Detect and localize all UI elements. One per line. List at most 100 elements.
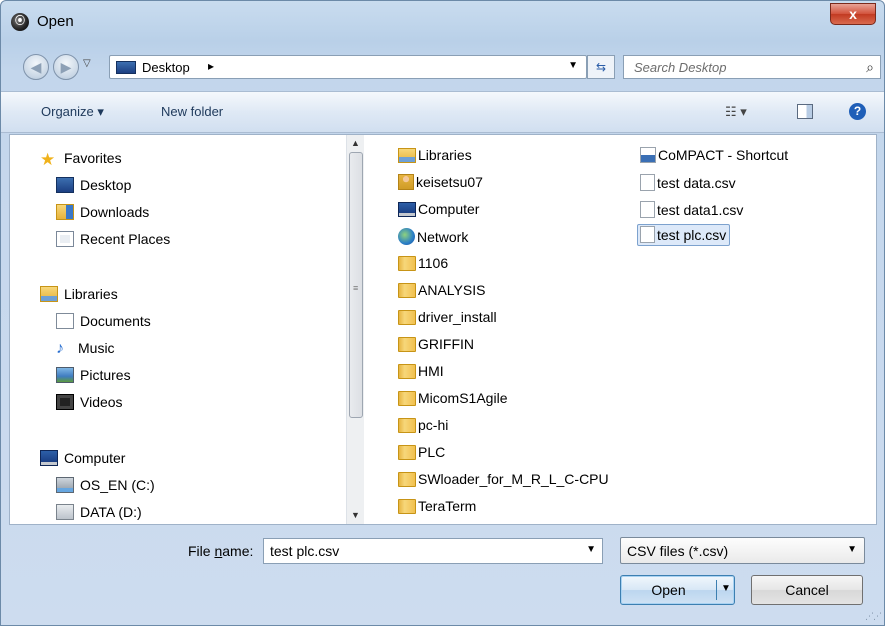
nav-item-label: Favorites	[64, 150, 122, 166]
address-dropdown-icon[interactable]: ▼	[568, 60, 578, 71]
desktop-icon	[56, 177, 74, 193]
folder-icon	[398, 472, 416, 487]
breadcrumb-chevron-icon[interactable]: ▸	[208, 59, 214, 73]
nav-item-desktop[interactable]: Desktop	[56, 177, 131, 199]
nav-item-videos[interactable]: Videos	[56, 394, 123, 416]
file-item-test-data1-csv[interactable]: test data1.csv	[637, 199, 747, 221]
downloads-icon	[56, 204, 74, 220]
grip-icon: ≡	[353, 283, 359, 293]
folder-icon	[398, 310, 416, 325]
file-item-label: test data1.csv	[657, 202, 744, 218]
folder-icon	[398, 499, 416, 514]
nav-item-label: OS_EN (C:)	[80, 477, 155, 493]
file-item-folder-griffin[interactable]: GRIFFIN	[395, 334, 478, 356]
split-divider	[716, 580, 717, 600]
libraries-icon	[398, 148, 416, 163]
file-item-label: GRIFFIN	[418, 336, 474, 352]
nav-item-downloads[interactable]: Downloads	[56, 204, 149, 226]
shortcut-icon	[640, 147, 656, 163]
search-icon[interactable]: ⌕	[866, 59, 874, 76]
file-name-input[interactable]: test plc.csv ▼	[263, 538, 603, 564]
nav-item-music[interactable]: ♪ Music	[56, 340, 115, 362]
open-options-icon[interactable]: ▼	[721, 583, 731, 594]
file-item-folder-analysis[interactable]: ANALYSIS	[395, 280, 489, 302]
file-item-folder-micoms1agile[interactable]: MicomS1Agile	[395, 388, 511, 410]
close-button[interactable]: x	[830, 3, 876, 25]
nav-item-pictures[interactable]: Pictures	[56, 367, 131, 389]
folder-icon	[398, 337, 416, 352]
nav-item-os-drive[interactable]: OS_EN (C:)	[56, 477, 155, 499]
file-item-label: Libraries	[418, 147, 472, 163]
file-item-keisetsu07[interactable]: keisetsu07	[395, 172, 487, 194]
navigation-scrollbar[interactable]: ▲ ≡ ▼	[346, 135, 364, 524]
open-button[interactable]: Open ▼	[620, 575, 735, 605]
open-button-label[interactable]: Open	[621, 582, 716, 598]
help-icon[interactable]: ?	[849, 103, 866, 120]
search-input[interactable]: Search Desktop ⌕	[623, 55, 881, 79]
file-item-network[interactable]: Network	[395, 226, 472, 248]
file-item-folder-teraterm[interactable]: TeraTerm	[395, 496, 480, 518]
nav-item-label: Documents	[80, 313, 151, 329]
organize-button[interactable]: Organize ▾	[41, 104, 104, 120]
csv-file-icon	[640, 174, 655, 191]
recent-locations-dropdown[interactable]: ▽	[83, 58, 91, 69]
os-drive-icon	[56, 477, 74, 493]
file-name-label-prefix: File	[188, 543, 215, 559]
change-view-icon[interactable]: ☷ ▾	[725, 104, 747, 120]
file-item-label: Network	[417, 229, 469, 245]
file-name-value[interactable]: test plc.csv	[270, 543, 339, 559]
nav-item-label: Pictures	[80, 367, 131, 383]
forward-button[interactable]: ▶	[53, 54, 79, 80]
resize-grip-icon[interactable]: ⋰⋰	[865, 611, 882, 622]
nav-item-libraries[interactable]: Libraries	[40, 286, 118, 308]
videos-icon	[56, 394, 74, 410]
file-type-select[interactable]: CSV files (*.csv) ▼	[620, 537, 865, 564]
file-item-label: test data.csv	[657, 175, 736, 191]
folder-icon	[398, 364, 416, 379]
cancel-button[interactable]: Cancel	[751, 575, 863, 605]
file-item-compact-shortcut[interactable]: CoMPACT - Shortcut	[637, 145, 792, 167]
nav-item-label: Recent Places	[80, 231, 171, 247]
file-item-folder-1106[interactable]: 1106	[395, 253, 452, 275]
nav-item-computer[interactable]: Computer	[40, 450, 125, 472]
back-button[interactable]: ◀	[23, 54, 49, 80]
address-location[interactable]: Desktop	[142, 60, 190, 75]
nav-item-recent-places[interactable]: Recent Places	[56, 231, 170, 253]
nav-item-label: Downloads	[80, 204, 150, 220]
file-item-folder-driver-install[interactable]: driver_install	[395, 307, 501, 329]
user-folder-icon	[398, 174, 414, 190]
refresh-button[interactable]: ⇆	[587, 55, 615, 79]
command-bar: Organize ▾ New folder ☷ ▾ ?	[1, 91, 884, 133]
preview-pane-icon[interactable]	[797, 104, 813, 119]
nav-item-favorites[interactable]: ★ Favorites	[40, 150, 122, 172]
chevron-down-icon[interactable]: ▼	[847, 544, 857, 555]
folder-icon	[398, 256, 416, 271]
file-item-folder-plc[interactable]: PLC	[395, 442, 449, 464]
nav-item-label: Music	[78, 340, 115, 356]
scroll-down-icon[interactable]: ▼	[347, 507, 364, 524]
scroll-up-icon[interactable]: ▲	[347, 135, 364, 152]
address-bar[interactable]: Desktop ▸ ▼	[109, 55, 587, 79]
search-placeholder: Search Desktop	[634, 60, 727, 75]
nav-item-label: Libraries	[64, 286, 118, 302]
file-name-label-suffix: ame:	[222, 543, 254, 559]
scrollbar-thumb[interactable]: ≡	[349, 152, 363, 418]
file-item-folder-hmi[interactable]: HMI	[395, 361, 448, 383]
file-item-folder-pc-hi[interactable]: pc-hi	[395, 415, 452, 437]
file-item-label: keisetsu07	[416, 174, 483, 190]
file-item-folder-swloader[interactable]: SWloader_for_M_R_L_C-CPU	[395, 469, 613, 491]
file-item-test-plc-csv[interactable]: test plc.csv	[637, 224, 731, 246]
desktop-icon	[116, 61, 136, 74]
file-item-computer[interactable]: Computer	[395, 199, 483, 221]
folder-icon	[398, 283, 416, 298]
file-type-value[interactable]: CSV files (*.csv)	[627, 543, 728, 559]
file-item-label: SWloader_for_M_R_L_C-CPU	[418, 471, 609, 487]
nav-item-data-drive[interactable]: DATA (D:)	[56, 504, 142, 524]
new-folder-button[interactable]: New folder	[161, 104, 223, 119]
file-item-libraries[interactable]: Libraries	[395, 145, 476, 167]
chevron-down-icon[interactable]: ▼	[586, 544, 596, 555]
nav-item-documents[interactable]: Documents	[56, 313, 151, 335]
file-item-test-data-csv[interactable]: test data.csv	[637, 172, 740, 194]
network-icon	[398, 228, 415, 245]
file-item-label: pc-hi	[418, 417, 449, 433]
